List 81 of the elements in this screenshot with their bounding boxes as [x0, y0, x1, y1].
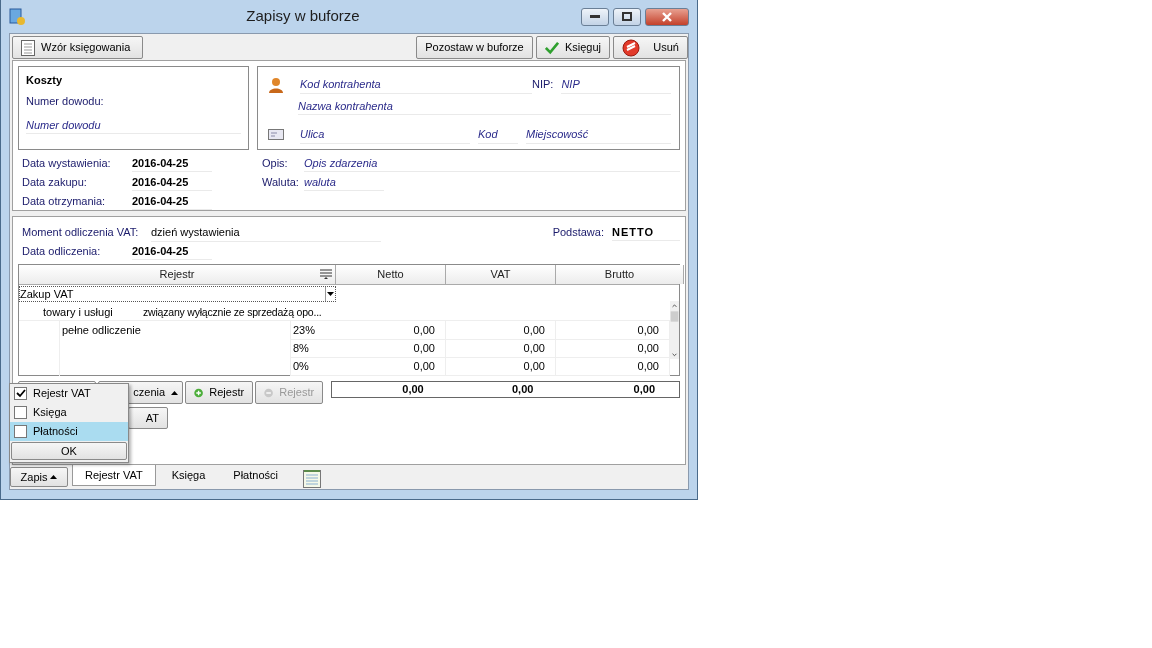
- field-label: NIP:: [532, 77, 554, 93]
- post-button[interactable]: Księguj: [536, 36, 610, 59]
- amount-cell: 0,00: [446, 357, 556, 376]
- field-label: Opis:: [262, 156, 289, 171]
- tab[interactable]: Rejestr VAT: [72, 465, 156, 486]
- field-label: Moment odliczenia VAT:: [22, 225, 140, 240]
- minimize-icon: [590, 14, 600, 19]
- document-number-field[interactable]: Numer dowodu: [26, 116, 241, 134]
- entry-menu-button[interactable]: Zapis: [10, 467, 68, 487]
- postal-code-field[interactable]: Kod: [478, 125, 518, 144]
- date-value: 2016-04-25: [132, 173, 212, 191]
- rate-cell: 0%: [290, 357, 336, 376]
- amount-cell: 0,00: [446, 321, 556, 340]
- field-label: Numer dowodu:: [26, 94, 105, 109]
- document-type: Koszty: [26, 73, 64, 88]
- menu-item[interactable]: Księga: [10, 403, 128, 422]
- app-icon: [9, 7, 25, 26]
- rate-cell: 23%: [290, 321, 336, 340]
- checkbox[interactable]: [14, 387, 27, 400]
- contractor-code-field[interactable]: Kod kontrahenta: [300, 75, 532, 94]
- tree-cell-text: pełne odliczenie: [61, 323, 142, 338]
- rate-cell: 8%: [290, 339, 336, 358]
- description-field[interactable]: Opis zdarzenia: [304, 154, 680, 172]
- register-dropdown[interactable]: Zakup VAT: [19, 286, 336, 302]
- tab[interactable]: Płatności: [221, 465, 290, 486]
- caret-icon: [327, 292, 334, 296]
- vat-button[interactable]: AT: [128, 407, 168, 429]
- menu-item[interactable]: Płatności: [10, 422, 128, 441]
- amount-cell: 0,00: [336, 339, 446, 358]
- amount-cell: 0,00: [556, 357, 670, 376]
- field-label: Waluta:: [262, 175, 300, 190]
- checkbox[interactable]: [14, 425, 27, 438]
- field-label: Data odliczenia:: [22, 244, 102, 259]
- field-label: Podstawa:: [552, 225, 604, 240]
- currency-field[interactable]: waluta: [304, 173, 384, 191]
- person-icon: [268, 76, 284, 93]
- city-field[interactable]: Miejscowość: [526, 125, 672, 144]
- column-header[interactable]: VAT: [446, 265, 556, 284]
- window-title: Zapisy w buforze: [245, 6, 361, 27]
- date-value: 2016-04-25: [132, 154, 212, 172]
- vat-moment-value: dzień wystawienia: [151, 223, 381, 242]
- amount-cell: 0,00: [446, 339, 556, 358]
- date-label: Data wystawienia:: [22, 156, 112, 171]
- checkbox[interactable]: [14, 406, 27, 419]
- amount-cell: 0,00: [336, 321, 446, 340]
- street-field[interactable]: Ulica: [300, 125, 470, 144]
- caret-icon: [171, 390, 179, 395]
- total-cell-text: 0,00: [632, 382, 656, 397]
- close-button[interactable]: [645, 7, 689, 26]
- envelope-icon: [268, 129, 284, 140]
- tab[interactable]: Księga: [159, 465, 218, 486]
- column-header[interactable]: Rejestr: [19, 265, 336, 284]
- sort-icon[interactable]: [320, 269, 332, 279]
- maximize-icon: [622, 12, 632, 21]
- minimize-button[interactable]: [581, 7, 609, 26]
- checkmark-icon: [545, 40, 559, 55]
- date-label: Data zakupu:: [22, 175, 88, 190]
- tree-cell-text: związany wyłącznie ze sprzedażą opo...: [143, 305, 322, 320]
- tree-cell-text: towary i usługi: [43, 305, 114, 320]
- add-register-button[interactable]: Rejestr: [185, 381, 254, 404]
- document-icon: [21, 39, 35, 56]
- template-button[interactable]: Wzór księgowania: [12, 36, 143, 59]
- nip-field[interactable]: NIP: [561, 75, 672, 94]
- total-cell-text: 0,00: [510, 382, 535, 397]
- basis-value: NETTO: [612, 223, 680, 241]
- date-value: 2016-04-25: [132, 192, 212, 210]
- caret-icon: [50, 475, 58, 479]
- total-cell-text: 0,00: [401, 382, 425, 397]
- contractor-name-field[interactable]: Nazwa kontrahenta: [298, 97, 672, 115]
- column-header[interactable]: Netto: [336, 265, 446, 284]
- date-value: 2016-04-25: [132, 242, 212, 260]
- keep-in-buffer-button[interactable]: Pozostaw w buforze: [416, 36, 533, 59]
- notepad-icon[interactable]: [301, 469, 322, 489]
- amount-cell: 0,00: [336, 357, 446, 376]
- maximize-button[interactable]: [613, 7, 641, 26]
- delete-button[interactable]: Usuń: [613, 36, 688, 59]
- close-icon: [661, 11, 673, 22]
- date-label: Data otrzymania:: [22, 194, 107, 209]
- column-header[interactable]: Brutto: [556, 265, 684, 284]
- ok-button[interactable]: OK: [11, 442, 127, 460]
- prohibited-icon: [622, 38, 640, 57]
